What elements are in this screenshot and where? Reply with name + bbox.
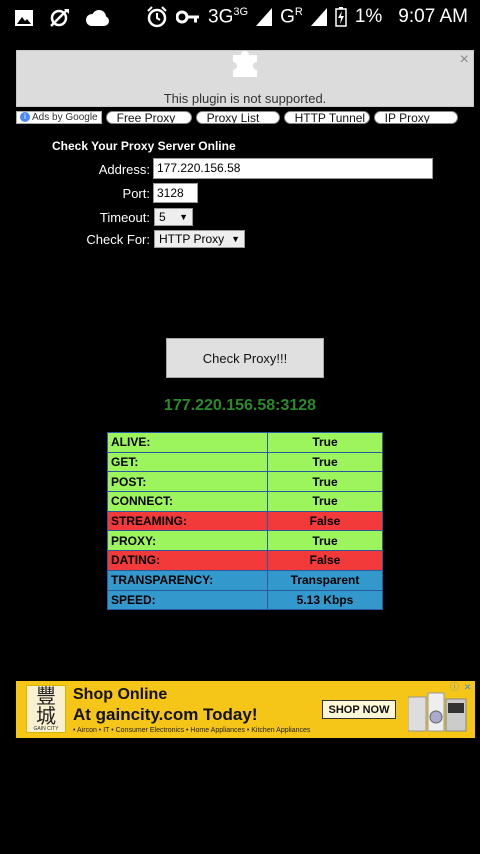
plugin-placeholder: This plugin is not supported. ×: [16, 50, 474, 107]
result-row: PROXY: True: [107, 530, 383, 552]
result-row: SPEED: 5.13 Kbps: [107, 589, 383, 611]
result-label: ALIVE:: [107, 432, 268, 453]
logo-chars: 豐城: [36, 684, 56, 728]
no-sync-icon: [50, 9, 69, 27]
status-bar-right: 3G3G GR 1% 9:07 AM: [146, 6, 468, 28]
status-bar: 3G3G GR 1% 9:07 AM: [0, 0, 480, 38]
address-label: Address:: [98, 162, 150, 177]
ads-by-google-label: Ads by Google: [32, 111, 98, 123]
logo-small-text: GAIN CITY: [33, 726, 59, 732]
result-value: Transparent: [267, 569, 383, 591]
signal-icon: [256, 8, 273, 27]
result-row: ALIVE: True: [107, 432, 383, 453]
result-row: DATING: False: [107, 550, 383, 571]
ad-categories: • Aircon • IT • Consumer Electronics • H…: [73, 727, 311, 734]
signal-icon-2: [310, 8, 327, 27]
form-title: Check Your Proxy Server Online: [52, 139, 236, 153]
result-value: True: [267, 530, 383, 552]
result-label: SPEED:: [107, 589, 268, 611]
result-row: GET: True: [107, 451, 383, 473]
battery-percent: 1%: [354, 6, 383, 28]
result-value: True: [267, 451, 383, 473]
result-row: POST: True: [107, 471, 383, 493]
result-value: True: [267, 432, 383, 453]
result-label: DATING:: [107, 550, 268, 571]
ad-close-icon[interactable]: ✕: [462, 682, 473, 693]
result-value: False: [267, 510, 383, 532]
gaincity-logo: 豐城 GAIN CITY: [26, 685, 66, 733]
gallery-icon: [15, 10, 33, 26]
ad-link-free-proxy[interactable]: Free Proxy: [105, 110, 192, 124]
check-for-value: HTTP Proxy: [159, 232, 225, 246]
address-input[interactable]: 177.220.156.58: [153, 158, 433, 179]
timeout-value: 5: [159, 210, 166, 224]
shop-now-button[interactable]: SHOP NOW: [322, 700, 396, 719]
ad-subheadline: At gaincity.com Today!: [73, 705, 258, 724]
timeout-select[interactable]: 5 ▼: [154, 208, 193, 226]
vpn-key-icon: [176, 10, 200, 24]
result-label: CONNECT:: [107, 491, 268, 512]
result-label: POST:: [107, 471, 268, 493]
result-value: False: [267, 550, 383, 571]
ad-link-http-tunnel[interactable]: HTTP Tunnel: [283, 110, 370, 124]
adchoices-info-icon[interactable]: ⓘ: [449, 682, 460, 693]
status-bar-left: [14, 7, 110, 29]
alarm-icon: [147, 6, 167, 28]
result-value: 5.13 Kbps: [267, 589, 383, 611]
check-proxy-button[interactable]: Check Proxy!!!: [166, 338, 324, 378]
result-value: True: [267, 491, 383, 512]
bottom-ad-banner[interactable]: 豐城 GAIN CITY Shop Online At gaincity.com…: [16, 681, 475, 738]
port-input[interactable]: 3128: [153, 183, 198, 203]
ad-choices[interactable]: ⓘ ✕: [449, 682, 473, 693]
info-icon: i: [20, 112, 30, 122]
timeout-label: Timeout:: [99, 210, 150, 225]
port-label: Port:: [122, 186, 150, 201]
signal-type: GR: [280, 6, 303, 28]
result-row: STREAMING: False: [107, 510, 383, 532]
chevron-down-icon: ▼: [179, 212, 188, 222]
appliances-image: [408, 692, 467, 732]
result-row: TRANSPARENCY: Transparent: [107, 569, 383, 591]
result-label: TRANSPARENCY:: [107, 569, 268, 591]
network-type: 3G3G: [208, 6, 249, 28]
chevron-down-icon: ▼: [231, 234, 240, 244]
close-icon[interactable]: ×: [460, 51, 469, 69]
plugin-message: This plugin is not supported.: [163, 91, 327, 106]
check-for-label: Check For:: [86, 232, 150, 247]
result-row: CONNECT: True: [107, 491, 383, 512]
result-label: PROXY:: [107, 530, 268, 552]
ad-link-proxy-list[interactable]: Proxy List: [195, 110, 280, 124]
result-table: ALIVE: True GET: True POST: True CONNECT: True S…: [107, 432, 383, 611]
clock: 9:07 AM: [398, 6, 468, 28]
ads-by-google[interactable]: i Ads by Google: [16, 110, 102, 124]
ad-links-row: i Ads by Google Free Proxy Proxy List HT…: [16, 110, 476, 124]
battery-charging-icon: [335, 7, 347, 27]
puzzle-icon: [229, 51, 261, 77]
ad-link-ip-proxy[interactable]: IP Proxy: [373, 110, 458, 124]
result-label: GET:: [107, 451, 268, 473]
result-target: 177.220.156.58:3128: [163, 397, 317, 414]
ad-headline: Shop Online: [73, 686, 168, 703]
result-value: True: [267, 471, 383, 493]
result-label: STREAMING:: [107, 510, 268, 532]
cloud-icon: [86, 10, 109, 26]
check-for-select[interactable]: HTTP Proxy ▼: [154, 230, 245, 248]
